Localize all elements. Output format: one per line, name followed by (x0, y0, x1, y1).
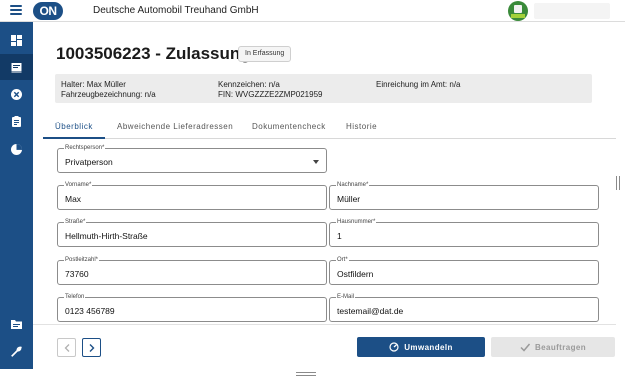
sidebar-item-settings[interactable] (0, 338, 33, 364)
tab-bar: Überblick Abweichende Lieferadressen Dok… (43, 121, 616, 139)
next-button[interactable] (82, 338, 101, 357)
phone-label: Telefon (64, 293, 86, 301)
house-number-label: Hausnummer* (336, 218, 377, 226)
submission-info: Einreichung im Amt: n/a (376, 80, 461, 89)
first-name-label: Vorname* (64, 181, 93, 189)
drag-handle-icon[interactable] (296, 372, 316, 377)
sidebar-item-dashboard[interactable] (0, 27, 33, 53)
convert-button[interactable]: Umwandeln (357, 337, 485, 357)
sidebar-item-documents[interactable] (0, 311, 33, 337)
chevron-right-icon (89, 343, 94, 352)
sidebar-item-tasks[interactable] (0, 108, 33, 134)
first-name-value: Max (65, 194, 82, 204)
dashboard-icon (11, 34, 22, 46)
postal-code-value: 73760 (65, 269, 89, 279)
vehicle-info-box: Halter: Max Müller Fahrzeugbezeichnung: … (55, 74, 592, 103)
chevron-down-icon (313, 160, 319, 164)
house-number-value: 1 (337, 231, 342, 241)
page-title: 1003506223 - Zulassung (56, 44, 251, 63)
city-value: Ostfildern (337, 269, 374, 279)
sidebar-item-statistics[interactable] (0, 136, 33, 162)
street-field[interactable]: Straße* Hellmuth-Hirth-Straße (57, 218, 327, 247)
on-logo: ON (33, 2, 63, 20)
plate-info: Kennzeichen: n/a (218, 80, 280, 89)
main-content: 1003506223 - Zulassung In Erfassung Halt… (33, 22, 616, 369)
commission-button[interactable]: Beauftragen (491, 337, 615, 357)
sidebar-item-registration[interactable] (0, 54, 33, 80)
sidebar (0, 22, 33, 369)
footer-divider (33, 324, 616, 325)
house-number-field[interactable]: Hausnummer* 1 (329, 218, 599, 247)
last-name-label: Nachname* (336, 181, 370, 189)
tab-document-check[interactable]: Dokumentencheck (252, 121, 326, 139)
user-name-field[interactable] (534, 3, 610, 19)
clipboard-icon (12, 115, 21, 127)
top-bar: ON Deutsche Automobil Treuhand GmbH (0, 0, 625, 22)
pie-chart-icon (11, 143, 22, 155)
previous-button[interactable] (57, 338, 76, 357)
email-field[interactable]: E-Mail testemail@dat.de (329, 293, 599, 322)
checkmark-icon (520, 343, 530, 352)
menu-icon[interactable] (10, 5, 22, 17)
tab-delivery-addresses[interactable]: Abweichende Lieferadressen (117, 121, 233, 139)
first-name-field[interactable]: Vorname* Max (57, 181, 327, 210)
phone-field[interactable]: Telefon 0123 456789 (57, 293, 327, 322)
city-label: Ort* (336, 256, 349, 264)
last-name-value: Müller (337, 194, 361, 204)
phone-value: 0123 456789 (65, 306, 115, 316)
holder-info: Halter: Max Müller (61, 80, 126, 89)
chevron-left-icon (64, 343, 69, 352)
postal-code-field[interactable]: Postleitzahl* 73760 (57, 256, 327, 285)
sidebar-item-cancellation[interactable] (0, 81, 33, 107)
tab-history[interactable]: Historie (346, 121, 377, 139)
folder-icon (11, 320, 22, 329)
last-name-field[interactable]: Nachname* Müller (329, 181, 599, 210)
vin-info: FIN: WVGZZZE2ZMP021959 (218, 90, 323, 99)
email-label: E-Mail (336, 293, 356, 301)
tab-overview[interactable]: Überblick (43, 121, 105, 139)
email-value: testemail@dat.de (337, 306, 404, 316)
postal-code-label: Postleitzahl* (64, 256, 100, 264)
cancel-circle-icon (11, 88, 22, 100)
legal-person-select[interactable]: Rechtsperson* Privatperson (57, 144, 327, 173)
legal-person-value: Privatperson (65, 157, 113, 167)
gauge-icon (389, 342, 399, 352)
vehicle-registration-icon (11, 62, 22, 72)
company-name: Deutsche Automobil Treuhand GmbH (93, 5, 259, 16)
city-field[interactable]: Ort* Ostfildern (329, 256, 599, 285)
street-value: Hellmuth-Hirth-Straße (65, 231, 148, 241)
wrench-icon (11, 345, 22, 357)
resize-handle-icon[interactable] (616, 176, 620, 190)
commission-label: Beauftragen (534, 342, 587, 352)
convert-label: Umwandeln (404, 342, 453, 352)
legal-person-label: Rechtsperson* (64, 144, 106, 152)
status-badge: In Erfassung (238, 46, 292, 62)
user-avatar-icon[interactable] (508, 1, 528, 21)
street-label: Straße* (64, 218, 87, 226)
vehicle-info: Fahrzeugbezeichnung: n/a (61, 90, 156, 99)
